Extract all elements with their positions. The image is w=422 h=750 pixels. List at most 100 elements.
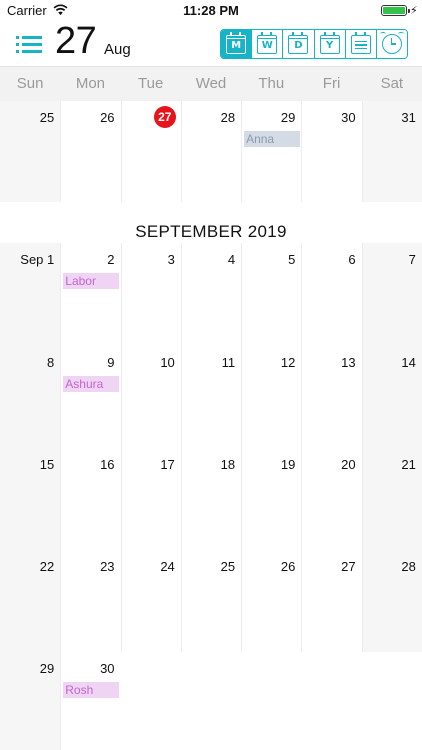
week-row: 22 23 24 25 26 27 28 (0, 550, 422, 652)
day-cell[interactable]: 20 (301, 448, 362, 550)
alarm-clock-icon (379, 32, 404, 54)
day-number: 31 (401, 110, 416, 125)
week-calendar-icon: W (257, 31, 278, 54)
agenda-view-button[interactable] (345, 30, 377, 58)
day-cell[interactable]: 16 (60, 448, 121, 550)
day-number: 29 (280, 110, 296, 125)
charging-icon: ⚡ (410, 5, 418, 17)
week-row: 15 16 17 18 19 20 21 (0, 448, 422, 550)
day-number: 15 (39, 457, 55, 472)
day-number: 29 (39, 661, 55, 676)
view-switcher: M W D Y (220, 29, 408, 59)
weekday-wed: Wed (195, 75, 227, 92)
day-number: 28 (220, 110, 236, 125)
day-cell[interactable]: 30 Rosh (60, 652, 121, 750)
day-cell[interactable]: 11 (180, 346, 242, 448)
current-month[interactable]: Aug (104, 41, 131, 58)
current-day[interactable]: 27 (55, 20, 97, 63)
day-cell[interactable]: 19 (241, 448, 302, 550)
day-cell[interactable]: 30 (301, 101, 362, 202)
day-number: 19 (280, 457, 296, 472)
day-number: 14 (401, 355, 416, 370)
day-cell[interactable]: 18 (180, 448, 242, 550)
day-cell[interactable]: 21 (361, 448, 422, 550)
day-number: 9 (107, 355, 115, 370)
day-cell[interactable]: 31 (361, 101, 422, 202)
day-number: 7 (408, 252, 416, 267)
day-cell[interactable]: 9 Ashura (60, 346, 121, 448)
day-cell[interactable]: 25 (0, 101, 61, 202)
day-number: 12 (280, 355, 296, 370)
event-chip[interactable]: Anna (244, 131, 301, 147)
day-cell[interactable]: 10 (120, 346, 181, 448)
day-number: 27 (341, 559, 356, 574)
day-number: 20 (341, 457, 356, 472)
day-cell[interactable]: Sep 1 (0, 243, 61, 346)
weekday-sun: Sun (16, 75, 44, 92)
day-number: 18 (220, 457, 236, 472)
empty-cell (361, 652, 422, 750)
day-cell[interactable]: 13 (301, 346, 362, 448)
day-cell[interactable]: 7 (361, 243, 422, 346)
day-number: 30 (100, 661, 115, 676)
day-number: 30 (341, 110, 356, 125)
status-bar: Carrier 11:28 PM ⚡ (0, 0, 422, 22)
day-number: 10 (160, 355, 175, 370)
day-cell[interactable]: 2 Labor (60, 243, 121, 346)
alarm-view-button[interactable] (376, 30, 407, 58)
day-cell[interactable]: 27 (301, 550, 362, 652)
day-cell[interactable]: 22 (0, 550, 61, 652)
menu-button[interactable] (16, 34, 42, 56)
day-cell[interactable]: 23 (60, 550, 121, 652)
day-number: 3 (167, 252, 175, 267)
battery-icon (381, 5, 410, 16)
event-chip[interactable]: Labor (63, 273, 120, 289)
day-cell[interactable]: 5 (241, 243, 302, 346)
day-number: 25 (220, 559, 236, 574)
weekday-fri: Fri (322, 75, 341, 92)
year-calendar-icon: Y (319, 31, 340, 54)
day-cell[interactable]: 29 (0, 652, 61, 750)
day-number: 4 (227, 252, 236, 267)
day-cell-today[interactable]: 27 (120, 101, 181, 202)
day-cell[interactable]: 24 (120, 550, 181, 652)
day-number: 11 (221, 355, 236, 370)
status-time: 11:28 PM (183, 3, 239, 18)
day-cell[interactable]: 17 (120, 448, 181, 550)
day-number: 26 (100, 110, 115, 125)
weekday-thu: Thu (258, 75, 285, 92)
day-cell[interactable]: 14 (361, 346, 422, 448)
day-cell[interactable]: 28 (361, 550, 422, 652)
weekday-tue: Tue (138, 75, 164, 92)
day-cell[interactable]: 3 (120, 243, 181, 346)
month-view-button[interactable]: M (221, 30, 253, 58)
day-number: 13 (341, 355, 356, 370)
day-cell[interactable]: 6 (301, 243, 362, 346)
week-row: 8 9 Ashura 10 11 12 13 14 (0, 346, 422, 448)
day-cell[interactable]: 26 (241, 550, 302, 652)
weekday-header: Sun Mon Tue Wed Thu Fri Sat (0, 66, 422, 101)
event-chip[interactable]: Ashura (63, 376, 120, 392)
day-number: 6 (348, 252, 356, 267)
agenda-list-icon (350, 31, 371, 54)
day-number: Sep 1 (20, 252, 55, 267)
year-view-button[interactable]: Y (314, 30, 346, 58)
empty-cell (180, 652, 242, 750)
weekday-sat: Sat (380, 75, 404, 92)
day-cell[interactable]: 26 (60, 101, 121, 202)
day-cell[interactable]: 29 Anna (241, 101, 302, 202)
month-title: SEPTEMBER 2019 (135, 222, 287, 241)
day-number: 16 (100, 457, 115, 472)
day-cell[interactable]: 8 (0, 346, 61, 448)
event-chip[interactable]: Rosh (63, 682, 120, 698)
day-cell[interactable]: 28 (180, 101, 242, 202)
day-cell[interactable]: 25 (180, 550, 242, 652)
week-row: 29 30 Rosh (0, 652, 422, 750)
day-number: 17 (160, 457, 175, 472)
day-cell[interactable]: 15 (0, 448, 61, 550)
day-cell[interactable]: 12 (241, 346, 302, 448)
empty-cell (301, 652, 362, 750)
day-cell[interactable]: 4 (180, 243, 242, 346)
day-view-button[interactable]: D (283, 30, 315, 58)
week-view-button[interactable]: W (252, 30, 284, 58)
